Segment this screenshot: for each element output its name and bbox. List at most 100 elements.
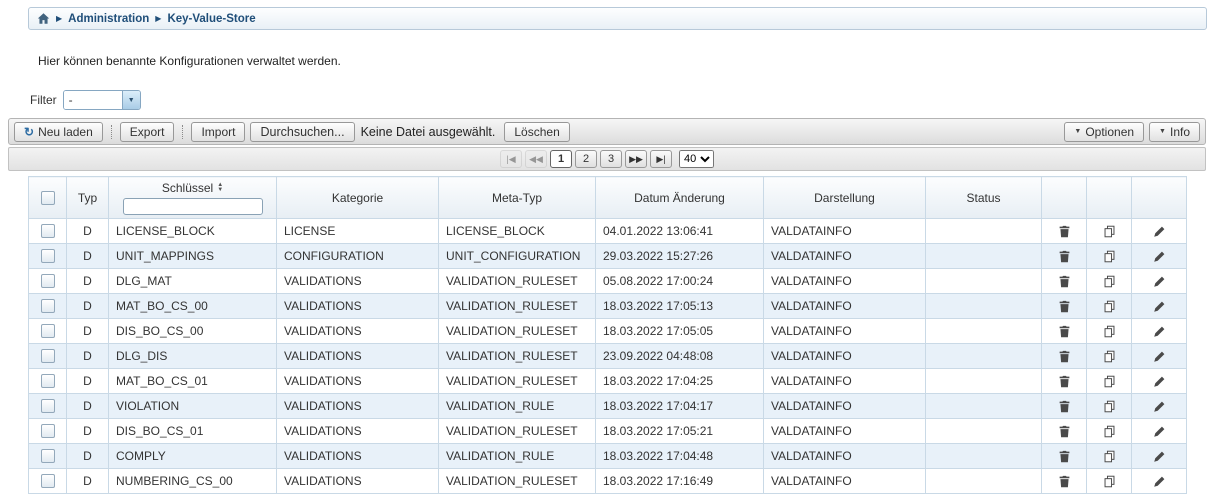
next-page-button[interactable]: ▶▶	[625, 150, 647, 168]
cell-select	[29, 219, 67, 244]
page-button-2[interactable]: 2	[575, 150, 597, 168]
row-checkbox[interactable]	[41, 349, 55, 363]
trash-icon[interactable]	[1049, 419, 1079, 443]
copy-icon[interactable]	[1094, 444, 1124, 468]
toolbar-separator	[182, 125, 183, 139]
cell-typ: D	[67, 394, 109, 419]
import-button[interactable]: Import	[191, 122, 245, 142]
home-icon[interactable]	[37, 12, 50, 25]
cell-typ: D	[67, 469, 109, 494]
cell-select	[29, 369, 67, 394]
first-page-button[interactable]: |◀	[500, 150, 522, 168]
last-page-button[interactable]: ▶|	[650, 150, 672, 168]
table-row: D MAT_BO_CS_00 VALIDATIONS VALIDATION_RU…	[29, 294, 1187, 319]
select-all-checkbox[interactable]	[41, 191, 55, 205]
options-menu-button[interactable]: ▼ Optionen	[1064, 122, 1144, 142]
trash-icon[interactable]	[1049, 294, 1079, 318]
cell-kategorie: VALIDATIONS	[277, 394, 439, 419]
cell-delete	[1042, 369, 1087, 394]
copy-icon[interactable]	[1094, 294, 1124, 318]
export-button[interactable]: Export	[120, 122, 175, 142]
copy-icon[interactable]	[1094, 319, 1124, 343]
pencil-icon[interactable]	[1139, 294, 1179, 318]
trash-icon[interactable]	[1049, 219, 1079, 243]
copy-icon[interactable]	[1094, 269, 1124, 293]
row-checkbox[interactable]	[41, 474, 55, 488]
browse-file-button[interactable]: Durchsuchen...	[250, 122, 354, 142]
previous-page-button[interactable]: ◀◀	[525, 150, 547, 168]
toolbar-right-group: ▼ Optionen ▼ Info	[1064, 122, 1200, 142]
pencil-icon[interactable]	[1139, 344, 1179, 368]
row-checkbox[interactable]	[41, 399, 55, 413]
cell-datum-aenderung: 23.09.2022 04:48:08	[596, 344, 764, 369]
pencil-icon[interactable]	[1139, 394, 1179, 418]
chevron-right-icon: ▶	[155, 15, 161, 23]
pencil-icon[interactable]	[1139, 269, 1179, 293]
cell-typ: D	[67, 419, 109, 444]
breadcrumb-item-administration[interactable]: Administration	[68, 13, 149, 25]
cell-select	[29, 444, 67, 469]
copy-icon[interactable]	[1094, 469, 1124, 493]
trash-icon[interactable]	[1049, 344, 1079, 368]
row-checkbox[interactable]	[41, 299, 55, 313]
schluessel-filter-input[interactable]	[123, 198, 263, 215]
pencil-icon[interactable]	[1139, 319, 1179, 343]
row-checkbox[interactable]	[41, 224, 55, 238]
row-checkbox[interactable]	[41, 374, 55, 388]
pencil-icon[interactable]	[1139, 219, 1179, 243]
row-checkbox[interactable]	[41, 424, 55, 438]
cell-darstellung: VALDATAINFO	[764, 244, 926, 269]
column-header-status: Status	[926, 177, 1042, 219]
column-header-meta-typ: Meta-Typ	[439, 177, 596, 219]
chevron-down-icon[interactable]: ▼	[122, 91, 140, 109]
trash-icon[interactable]	[1049, 244, 1079, 268]
trash-icon[interactable]	[1049, 444, 1079, 468]
copy-icon[interactable]	[1094, 244, 1124, 268]
page-size-select[interactable]: 40	[679, 150, 714, 168]
trash-icon[interactable]	[1049, 394, 1079, 418]
row-checkbox[interactable]	[41, 249, 55, 263]
pencil-icon[interactable]	[1139, 369, 1179, 393]
row-checkbox[interactable]	[41, 324, 55, 338]
table-row: D DIS_BO_CS_00 VALIDATIONS VALIDATION_RU…	[29, 319, 1187, 344]
pencil-icon[interactable]	[1139, 244, 1179, 268]
filter-select[interactable]: - ▼	[63, 90, 141, 110]
copy-icon[interactable]	[1094, 419, 1124, 443]
copy-icon[interactable]	[1094, 394, 1124, 418]
info-menu-button[interactable]: ▼ Info	[1149, 122, 1200, 142]
delete-button[interactable]: Löschen	[504, 122, 569, 142]
copy-icon[interactable]	[1094, 369, 1124, 393]
trash-icon[interactable]	[1049, 319, 1079, 343]
cell-kategorie: VALIDATIONS	[277, 269, 439, 294]
toolbar: ↻ Neu laden Export Import Durchsuchen...…	[8, 118, 1206, 145]
pencil-icon[interactable]	[1139, 419, 1179, 443]
table-row: D COMPLY VALIDATIONS VALIDATION_RULE 18.…	[29, 444, 1187, 469]
cell-select	[29, 269, 67, 294]
row-checkbox[interactable]	[41, 274, 55, 288]
cell-meta-typ: VALIDATION_RULESET	[439, 319, 596, 344]
copy-icon[interactable]	[1094, 219, 1124, 243]
cell-darstellung: VALDATAINFO	[764, 419, 926, 444]
cell-schluessel: COMPLY	[109, 444, 277, 469]
cell-copy	[1087, 444, 1132, 469]
trash-icon[interactable]	[1049, 369, 1079, 393]
pencil-icon[interactable]	[1139, 444, 1179, 468]
pencil-icon[interactable]	[1139, 469, 1179, 493]
table-row: D DLG_DIS VALIDATIONS VALIDATION_RULESET…	[29, 344, 1187, 369]
cell-status	[926, 294, 1042, 319]
cell-kategorie: VALIDATIONS	[277, 369, 439, 394]
cell-meta-typ: VALIDATION_RULESET	[439, 294, 596, 319]
trash-icon[interactable]	[1049, 469, 1079, 493]
row-checkbox[interactable]	[41, 449, 55, 463]
page-button-3[interactable]: 3	[600, 150, 622, 168]
cell-copy	[1087, 369, 1132, 394]
sort-icon[interactable]: ▲ ▼	[217, 183, 223, 193]
cell-meta-typ: VALIDATION_RULE	[439, 444, 596, 469]
reload-button[interactable]: ↻ Neu laden	[14, 122, 103, 142]
column-header-schluessel-label[interactable]: Schlüssel	[162, 181, 213, 195]
breadcrumb-item-key-value-store[interactable]: Key-Value-Store	[167, 13, 255, 25]
cell-datum-aenderung: 18.03.2022 17:04:17	[596, 394, 764, 419]
trash-icon[interactable]	[1049, 269, 1079, 293]
copy-icon[interactable]	[1094, 344, 1124, 368]
page-button-1[interactable]: 1	[550, 150, 572, 168]
